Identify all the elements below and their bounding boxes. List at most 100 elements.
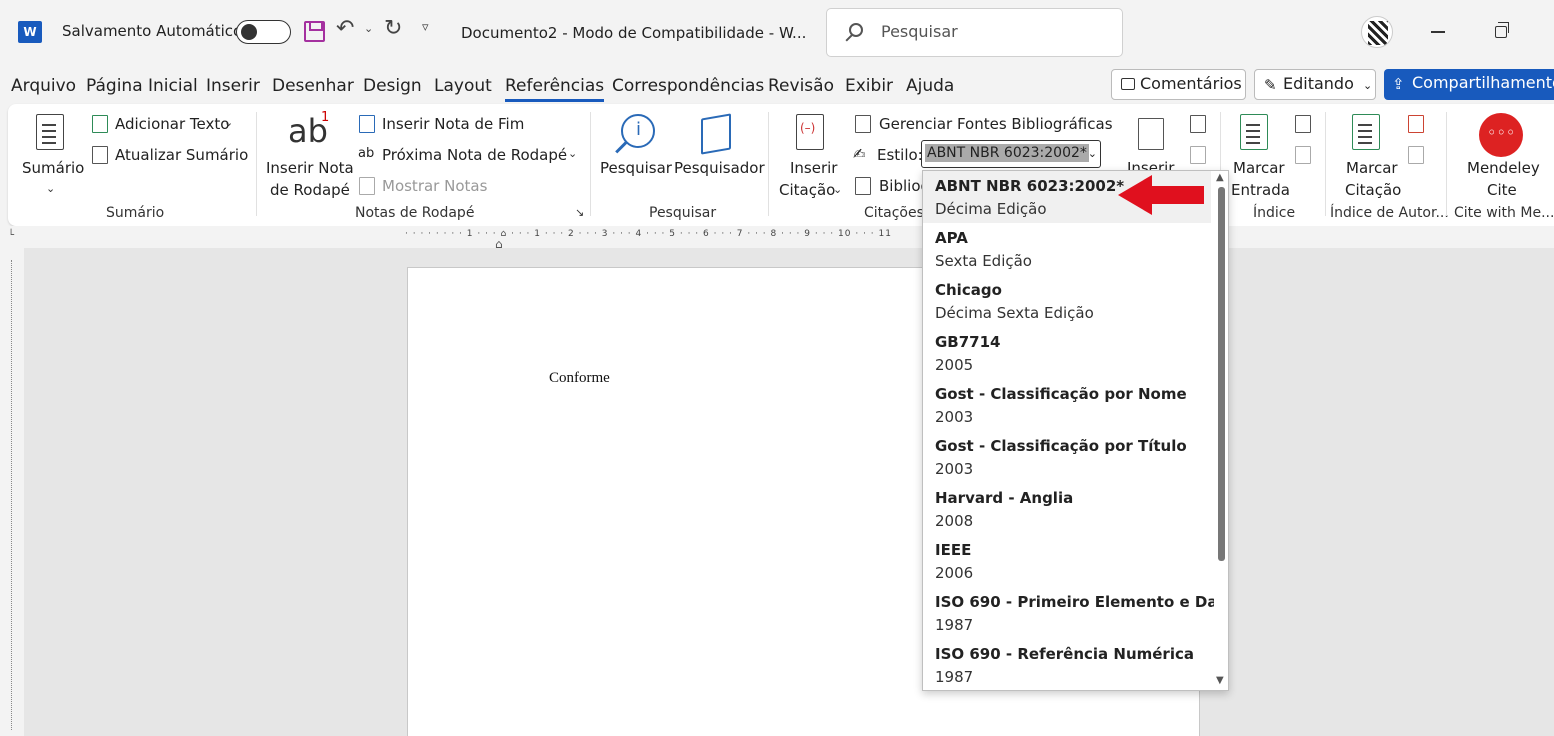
tab-ajuda[interactable]: Ajuda [906, 76, 954, 96]
add-text-button[interactable]: Adicionar Texto [115, 115, 229, 133]
comment-icon [1121, 78, 1135, 90]
tab-exibir[interactable]: Exibir [845, 76, 893, 96]
group-label-authorities: Índice de Autor... [1330, 205, 1449, 221]
toc-chevron-down-icon[interactable]: ⌄ [46, 182, 55, 195]
share-label: Compartilhamento [1412, 73, 1554, 92]
scrollbar-thumb[interactable] [1218, 187, 1225, 561]
table-of-figures-icon [1190, 115, 1206, 133]
autosave-toggle[interactable] [236, 20, 291, 44]
ribbon [8, 104, 1554, 226]
undo-dropdown-chevron-icon[interactable]: ⌄ [364, 22, 373, 35]
style-option[interactable]: IEEE 2006 [923, 535, 1211, 587]
toc-button[interactable]: Sumário [22, 159, 84, 177]
insert-citation-chevron-down-icon[interactable]: ⌄ [833, 183, 842, 196]
style-option[interactable]: Gost - Classificação por Nome 2003 [923, 379, 1211, 431]
save-icon[interactable] [304, 21, 325, 42]
style-option-name: GB7714 [935, 333, 1001, 351]
group-label-mendeley: Cite with Me... [1454, 205, 1554, 221]
tab-inserir[interactable]: Inserir [206, 76, 260, 96]
mark-citation-button[interactable]: Marcar [1346, 159, 1398, 177]
mark-citation-button-line2[interactable]: Citação [1345, 181, 1401, 199]
tab-revisao[interactable]: Revisão [768, 76, 834, 96]
document-title: Documento2 - Modo de Compatibilidade - W… [461, 24, 807, 42]
minimize-icon[interactable] [1431, 31, 1445, 33]
search-icon [849, 23, 863, 37]
word-app-icon: W [18, 21, 42, 43]
next-footnote-button[interactable]: Próxima Nota de Rodapé [382, 146, 567, 164]
citation-style-select[interactable]: ABNT NBR 6023:2002* ⌄ [921, 140, 1101, 168]
search-input[interactable]: Pesquisar [826, 8, 1123, 57]
comments-button[interactable]: Comentários [1111, 69, 1246, 100]
next-footnote-icon: ab [358, 146, 375, 161]
style-option-name: ISO 690 - Referência Numérica [935, 645, 1194, 663]
style-option[interactable]: APA Sexta Edição [923, 223, 1211, 275]
dropdown-scrollbar[interactable]: ▲ ▼ [1214, 171, 1228, 690]
style-option[interactable]: ISO 690 - Primeiro Elemento e Data 1987 [923, 587, 1228, 639]
search-button[interactable]: Pesquisar [600, 159, 672, 177]
style-option[interactable]: Gost - Classificação por Título 2003 [923, 431, 1211, 483]
mark-entry-button-line2[interactable]: Entrada [1231, 181, 1290, 199]
search-icon [621, 114, 655, 148]
bibliography-icon [855, 177, 871, 195]
insert-footnote-button[interactable]: Inserir Nota [266, 159, 354, 177]
researcher-icon [701, 113, 731, 155]
editing-label: Editando [1283, 74, 1354, 93]
manage-sources-icon [855, 115, 871, 133]
show-notes-button[interactable]: Mostrar Notas [382, 177, 487, 195]
show-notes-icon [359, 177, 375, 195]
redo-icon[interactable]: ↻ [384, 16, 402, 41]
document-text[interactable]: Conforme [549, 370, 610, 387]
next-footnote-chevron-down-icon[interactable]: ⌄ [568, 147, 577, 160]
update-toc-button[interactable]: Atualizar Sumário [115, 146, 248, 164]
tab-selector-icon[interactable]: └ [8, 230, 14, 241]
share-button[interactable]: ⇪ Compartilhamento [1384, 69, 1554, 100]
red-arrow-icon [1118, 175, 1204, 215]
mendeley-cite-button-line2[interactable]: Cite [1487, 181, 1517, 199]
researcher-button[interactable]: Pesquisador [674, 159, 765, 177]
style-option-version: Décima Edição [935, 200, 1047, 218]
tab-referencias[interactable]: Referências [505, 76, 605, 102]
cross-reference-icon [1190, 146, 1206, 164]
mark-entry-button[interactable]: Marcar [1233, 159, 1285, 177]
insert-citation-button-line2[interactable]: Citação [779, 181, 835, 199]
tab-arquivo[interactable]: Arquivo [11, 76, 76, 96]
tab-correspondencias[interactable]: Correspondências [612, 76, 764, 96]
insert-citation-icon [796, 114, 824, 150]
editing-mode-button[interactable]: ✎ Editando ⌄ [1254, 69, 1376, 100]
insert-footnote-button-line2[interactable]: de Rodapé [270, 181, 350, 199]
horizontal-ruler[interactable]: · · · · · · · · 1 · · · ⌂ · · · 1 · · · … [405, 229, 925, 244]
group-divider [768, 112, 769, 216]
style-label: Estilo: [877, 146, 923, 164]
insert-endnote-button[interactable]: Inserir Nota de Fim [382, 115, 524, 133]
style-option-version: 2003 [935, 460, 974, 478]
insert-citation-button[interactable]: Inserir [790, 159, 837, 177]
style-option-name: Gost - Classificação por Nome [935, 385, 1187, 403]
style-option-name: ABNT NBR 6023:2002* [935, 177, 1125, 195]
style-option-version: 2005 [935, 356, 974, 374]
undo-icon[interactable]: ↶ [336, 16, 354, 41]
avatar[interactable] [1361, 16, 1393, 48]
insert-endnote-icon [359, 115, 375, 133]
tab-desenhar[interactable]: Desenhar [272, 76, 354, 96]
style-option-name: APA [935, 229, 968, 247]
tab-layout[interactable]: Layout [434, 76, 492, 96]
add-text-chevron-down-icon[interactable]: ⌄ [224, 116, 233, 129]
style-option[interactable]: Harvard - Anglia 2008 [923, 483, 1211, 535]
restore-icon[interactable] [1495, 22, 1509, 38]
scroll-up-icon[interactable]: ▲ [1216, 172, 1224, 183]
manage-sources-button[interactable]: Gerenciar Fontes Bibliográficas [879, 115, 1113, 133]
customize-toolbar-chevron-icon[interactable]: ▿ [422, 20, 429, 35]
style-option-version: Sexta Edição [935, 252, 1032, 270]
mendeley-cite-button[interactable]: Mendeley [1467, 159, 1540, 177]
style-option[interactable]: Chicago Décima Sexta Edição [923, 275, 1211, 327]
style-option[interactable]: GB7714 2005 [923, 327, 1211, 379]
style-option[interactable]: ISO 690 - Referência Numérica 1987 [923, 639, 1211, 690]
group-divider [256, 112, 257, 216]
scroll-down-icon[interactable]: ▼ [1216, 675, 1224, 686]
group-label-research: Pesquisar [649, 205, 717, 221]
footnote-dialog-launcher-icon[interactable]: ↘ [575, 206, 584, 219]
tab-design[interactable]: Design [363, 76, 422, 96]
insert-index-icon [1295, 115, 1311, 133]
tab-pagina-inicial[interactable]: Página Inicial [86, 76, 198, 96]
vertical-ruler[interactable] [6, 260, 16, 730]
